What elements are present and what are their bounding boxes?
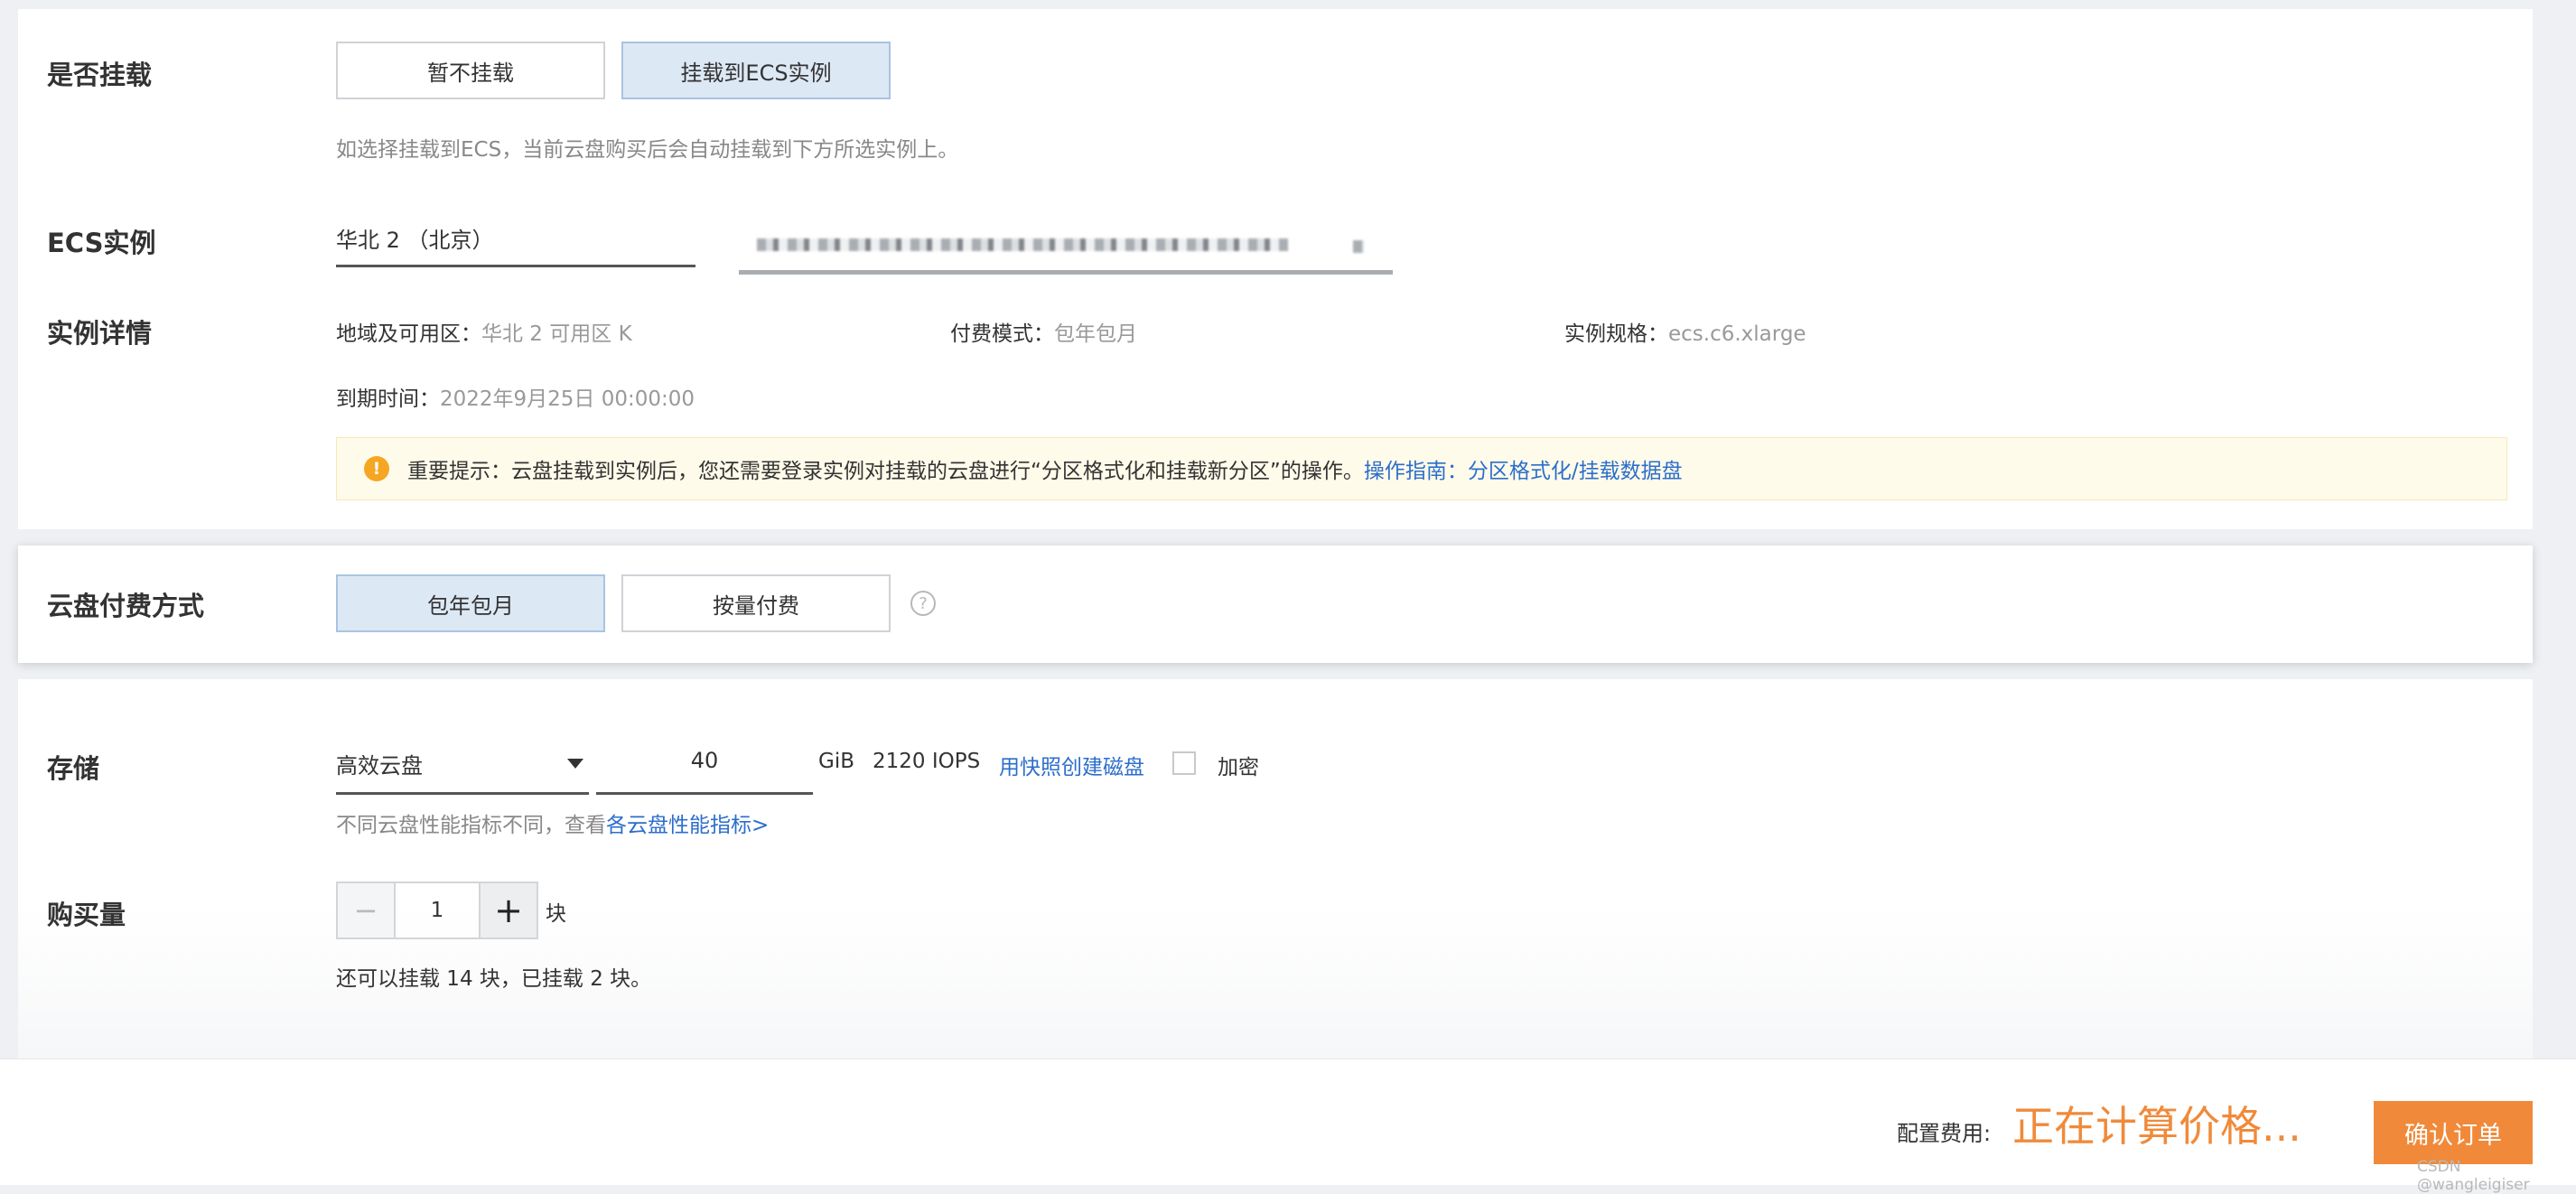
disk-performance-link[interactable]: 各云盘性能指标>: [606, 814, 769, 837]
billing-mode-label: 付费模式：: [950, 322, 1054, 346]
disk-type-select[interactable]: 高效云盘: [336, 748, 589, 795]
disk-performance-hint: 不同云盘性能指标不同，查看各云盘性能指标>: [336, 807, 769, 838]
details-label: 实例详情: [47, 318, 153, 349]
price-label: 配置费用:: [1897, 1121, 1992, 1146]
increment-button[interactable]: +: [481, 883, 537, 937]
disk-type-value: 高效云盘: [336, 753, 423, 779]
billing-label: 云盘付费方式: [47, 591, 205, 621]
spec-value: ecs.c6.xlarge: [1668, 322, 1806, 346]
billing-panel: 云盘付费方式 包年包月 按量付费 ?: [18, 546, 2533, 663]
spec-field: 实例规格：ecs.c6.xlarge: [1564, 316, 1806, 347]
zone-value: 华北 2 可用区 K: [481, 322, 632, 346]
notice-guide-link[interactable]: 操作指南：分区格式化/挂载数据盘: [1364, 453, 1683, 484]
subscription-button[interactable]: 包年包月: [336, 574, 605, 632]
exclamation-icon: !: [364, 456, 389, 481]
important-notice: ! 重要提示：云盘挂载到实例后，您还需要登录实例对挂载的云盘进行“分区格式化和挂…: [336, 437, 2507, 500]
mount-label: 是否挂载: [47, 60, 153, 90]
region-select[interactable]: 华北 2 （北京）: [336, 222, 695, 267]
confirm-order-button[interactable]: 确认订单: [2374, 1101, 2533, 1164]
expire-label: 到期时间：: [336, 387, 440, 411]
disk-size-input[interactable]: 40: [596, 748, 813, 795]
notice-text: 重要提示：云盘挂载到实例后，您还需要登录实例对挂载的云盘进行“分区格式化和挂载新…: [407, 460, 1364, 483]
watermark: CSDN @wangleigiser: [2417, 1158, 2530, 1194]
zone-field: 地域及可用区：华北 2 可用区 K: [336, 316, 632, 347]
instance-select[interactable]: [739, 233, 1393, 275]
help-icon[interactable]: ?: [910, 591, 936, 616]
quantity-label: 购买量: [47, 900, 126, 930]
quantity-stepper: − 1 +: [336, 882, 538, 939]
storage-panel: 存储 高效云盘 40 GiB 2120 IOPS 用快照创建磁盘 加密 不同云盘…: [18, 679, 2533, 1059]
encrypt-checkbox[interactable]: [1172, 751, 1196, 775]
ecs-label: ECS实例: [47, 228, 156, 258]
spec-label: 实例规格：: [1564, 322, 1668, 346]
billing-mode-value: 包年包月: [1054, 322, 1137, 346]
expire-field: 到期时间：2022年9月25日 00:00:00: [336, 381, 695, 412]
mount-panel: 是否挂载 暂不挂载 挂载到ECS实例 如选择挂载到ECS，当前云盘购买后会自动挂…: [18, 9, 2533, 529]
zone-label: 地域及可用区：: [336, 322, 481, 346]
snapshot-link[interactable]: 用快照创建磁盘: [999, 750, 1144, 780]
redacted-instance-name: [757, 238, 1288, 251]
iops-value: 2120 IOPS: [873, 750, 981, 773]
size-unit: GiB: [818, 750, 854, 773]
region-value: 华北 2 （北京）: [336, 228, 494, 253]
billing-mode-field: 付费模式：包年包月: [950, 316, 1137, 347]
encrypt-label: 加密: [1218, 756, 1259, 779]
expire-value: 2022年9月25日 00:00:00: [440, 387, 695, 411]
redacted-mark: [1353, 240, 1364, 253]
no-mount-button[interactable]: 暂不挂载: [336, 42, 605, 99]
disk-performance-text: 不同云盘性能指标不同，查看: [336, 814, 606, 837]
quantity-unit: 块: [546, 902, 566, 926]
mount-hint: 如选择挂载到ECS，当前云盘购买后会自动挂载到下方所选实例上。: [336, 138, 959, 162]
quantity-input[interactable]: 1: [394, 883, 481, 937]
decrement-button[interactable]: −: [338, 883, 394, 937]
mount-capacity-note: 还可以挂载 14 块，已挂载 2 块。: [336, 967, 652, 991]
order-footer: 配置费用: 正在计算价格... 确认订单: [0, 1059, 2576, 1185]
price-value: 正在计算价格...: [2012, 1102, 2301, 1151]
disk-size-value: 40: [690, 748, 719, 773]
storage-label: 存储: [47, 753, 100, 784]
chevron-down-icon: [567, 759, 583, 769]
pay-as-you-go-button[interactable]: 按量付费: [621, 574, 891, 632]
mount-to-ecs-button[interactable]: 挂载到ECS实例: [621, 42, 891, 99]
